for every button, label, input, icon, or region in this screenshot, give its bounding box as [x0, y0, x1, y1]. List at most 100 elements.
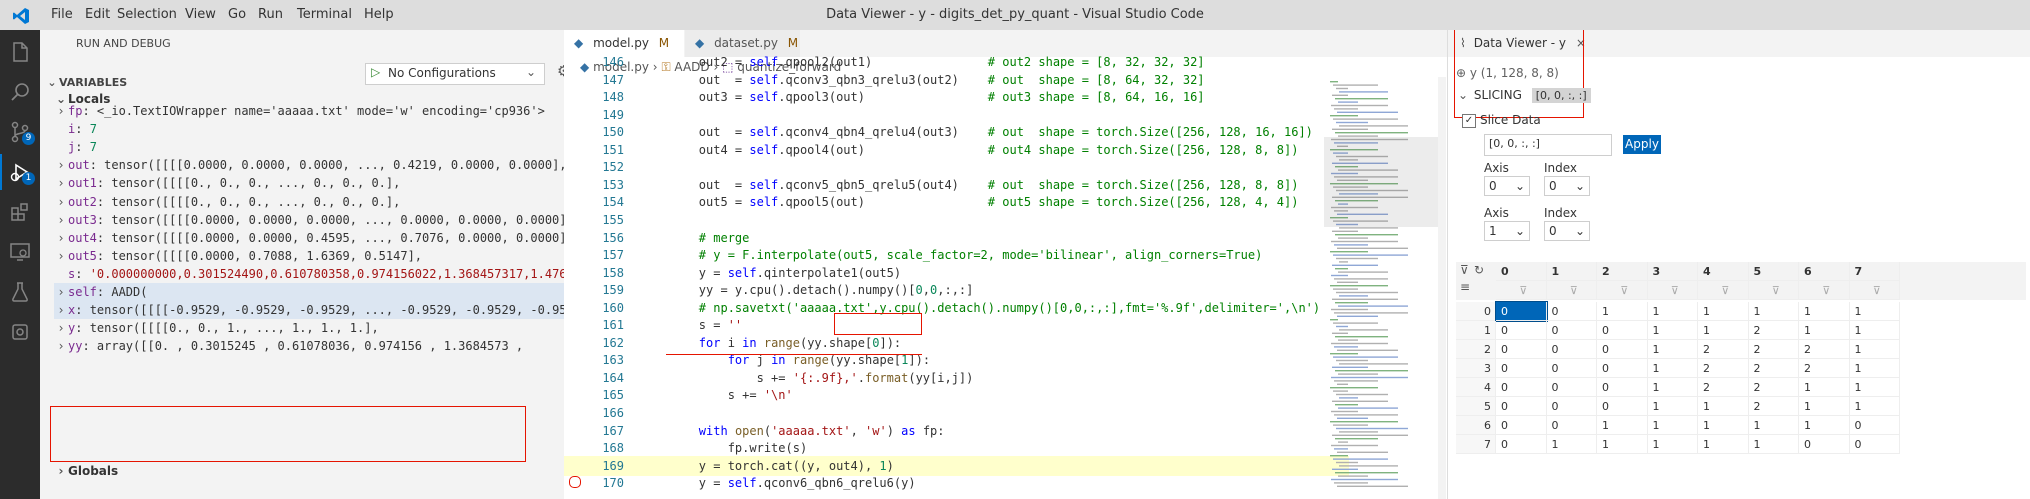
grid-cell[interactable]: 0	[1496, 378, 1547, 397]
variable-row-out4[interactable]: › out4: tensor([[[[0.0000, 0.0000, 0.4595…	[54, 229, 564, 247]
grid-cell[interactable]: 0	[1546, 340, 1597, 359]
grid-cell[interactable]: 2	[1799, 340, 1850, 359]
grid-cell[interactable]: 1	[1748, 302, 1799, 321]
gear-icon[interactable]: ⚙	[557, 62, 564, 80]
apply-button[interactable]: Apply	[1623, 135, 1661, 154]
grid-cell[interactable]: 0	[1849, 416, 1900, 435]
grid-cell[interactable]: 1	[1647, 340, 1698, 359]
variable-row-y[interactable]: › y: tensor([[[[0., 0., 1., ..., 1., 1., …	[54, 319, 378, 337]
column-header[interactable]: 1	[1546, 262, 1597, 281]
column-filter-icon[interactable]: ⊽	[1799, 281, 1850, 300]
grid-cell[interactable]: 1	[1799, 321, 1850, 340]
grid-cell[interactable]: 1	[1698, 302, 1749, 321]
grid-cell[interactable]: 1	[1698, 416, 1749, 435]
grid-cell[interactable]: 1	[1849, 378, 1900, 397]
grid-cell[interactable]: 0	[1546, 321, 1597, 340]
debug-configuration-select[interactable]: ▷ No Configurations ⌄	[365, 63, 545, 85]
grid-cell[interactable]: 0	[1495, 301, 1548, 322]
minimap[interactable]	[1324, 77, 1444, 499]
grid-cell[interactable]: 1	[1748, 435, 1799, 454]
column-filter-icon[interactable]: ⊽	[1546, 281, 1597, 300]
extensions-icon[interactable]	[8, 200, 32, 224]
chevron-right-icon[interactable]: ›	[54, 211, 68, 229]
remote-explorer-icon[interactable]	[8, 240, 32, 264]
grid-cell[interactable]: 1	[1799, 378, 1850, 397]
grid-cell[interactable]: 1	[1597, 416, 1648, 435]
grid-cell[interactable]: 0	[1799, 435, 1850, 454]
grid-cell[interactable]: 1	[1799, 416, 1850, 435]
grid-cell[interactable]: 2	[1698, 378, 1749, 397]
column-filter-icon[interactable]: ⊽	[1698, 281, 1749, 300]
column-filter-icon[interactable]: ⊽	[1496, 281, 1547, 300]
grid-cell[interactable]: 2	[1748, 359, 1799, 378]
grid-cell[interactable]: 1	[1849, 397, 1900, 416]
column-header[interactable]: 5	[1748, 262, 1799, 281]
code-line[interactable]: 170 y = self.qconv6_qbn6_qrelu6(y)	[564, 473, 1349, 494]
index-select-1[interactable]: 0 ⌄	[1544, 176, 1590, 196]
column-filter-icon[interactable]: ⊽	[1597, 281, 1648, 300]
grid-cell[interactable]: 0	[1546, 302, 1597, 321]
grid-cell[interactable]: 1	[1799, 302, 1850, 321]
grid-cell[interactable]: 2	[1748, 378, 1799, 397]
grid-cell[interactable]: 1	[1849, 302, 1900, 321]
grid-cell[interactable]: 0	[1546, 378, 1597, 397]
menu-go[interactable]: Go	[228, 7, 246, 22]
filter-row-icon[interactable]: ≡	[1460, 280, 1470, 294]
variables-section-header[interactable]: ⌄ VARIABLES	[45, 76, 127, 89]
grid-cell[interactable]: 1	[1647, 397, 1698, 416]
menu-view[interactable]: View	[185, 7, 216, 22]
grid-cell[interactable]: 0	[1597, 378, 1648, 397]
chevron-right-icon[interactable]: ›	[54, 247, 68, 265]
testing-icon[interactable]	[8, 280, 32, 304]
grid-cell[interactable]: 1	[1799, 397, 1850, 416]
grid-cell[interactable]: 0	[1597, 340, 1648, 359]
grid-cell[interactable]: 1	[1647, 435, 1698, 454]
grid-cell[interactable]: 1	[1698, 397, 1749, 416]
slicing-header[interactable]: ⌄ SLICING [0, 0, :, :]	[1456, 88, 1591, 103]
slice-data-checkbox[interactable]: ✓	[1462, 114, 1476, 128]
variable-row-out[interactable]: › out: tensor([[[[0.0000, 0.0000, 0.0000,…	[54, 156, 564, 174]
grid-cell[interactable]: 0	[1496, 397, 1547, 416]
grid-cell[interactable]: 2	[1748, 397, 1799, 416]
variable-row-yy[interactable]: › yy: array([[0. , 0.3015245 , 0.61078036…	[54, 337, 523, 355]
grid-cell[interactable]: 1	[1849, 321, 1900, 340]
grid-cell[interactable]: 2	[1748, 321, 1799, 340]
variable-row-j[interactable]: j: 7	[54, 138, 97, 156]
variable-row-i[interactable]: i: 7	[54, 120, 97, 138]
menu-edit[interactable]: Edit	[85, 7, 110, 22]
variable-row-out5[interactable]: › out5: tensor([[[[0.0000, 0.7088, 1.6369…	[54, 247, 422, 265]
grid-cell[interactable]: 0	[1496, 340, 1547, 359]
grid-cell[interactable]: 0	[1597, 321, 1648, 340]
variable-row-x[interactable]: › x: tensor([[[[-0.9529, -0.9529, -0.9529…	[54, 301, 564, 320]
grid-cell[interactable]: 0	[1597, 397, 1648, 416]
grid-cell[interactable]: 0	[1546, 359, 1597, 378]
grid-cell[interactable]: 0	[1849, 435, 1900, 454]
breakpoint-icon[interactable]	[569, 476, 581, 488]
column-header[interactable]: 3	[1647, 262, 1698, 281]
chevron-right-icon[interactable]: ›	[54, 319, 68, 337]
globals-scope[interactable]: › Globals	[54, 464, 119, 478]
grid-cell[interactable]: 1	[1849, 359, 1900, 378]
grid-cell[interactable]: 1	[1849, 340, 1900, 359]
grid-cell[interactable]: 1	[1647, 416, 1698, 435]
column-header[interactable]: 6	[1799, 262, 1850, 281]
menu-help[interactable]: Help	[364, 7, 394, 22]
column-filter-icon[interactable]: ⊽	[1849, 281, 1900, 300]
grid-cell[interactable]: 0	[1597, 359, 1648, 378]
chevron-right-icon[interactable]: ›	[54, 193, 68, 211]
grid-cell[interactable]: 1	[1698, 321, 1749, 340]
column-header[interactable]: 4	[1698, 262, 1749, 281]
column-header[interactable]: 2	[1597, 262, 1648, 281]
grid-cell[interactable]: 1	[1597, 435, 1648, 454]
chevron-right-icon[interactable]: ›	[54, 156, 68, 174]
chevron-right-icon[interactable]: ›	[54, 102, 68, 120]
menu-file[interactable]: File	[51, 7, 73, 22]
variable-row-fp[interactable]: › fp: <_io.TextIOWrapper name='aaaaa.txt'…	[54, 102, 544, 120]
column-header[interactable]: 7	[1849, 262, 1900, 281]
grid-cell[interactable]: 1	[1698, 435, 1749, 454]
grid-cell[interactable]: 2	[1748, 340, 1799, 359]
grid-cell[interactable]: 1	[1647, 359, 1698, 378]
grid-cell[interactable]: 1	[1748, 416, 1799, 435]
index-select-2[interactable]: 0 ⌄	[1544, 221, 1590, 241]
editor-scrollbar[interactable]	[1438, 77, 1446, 499]
